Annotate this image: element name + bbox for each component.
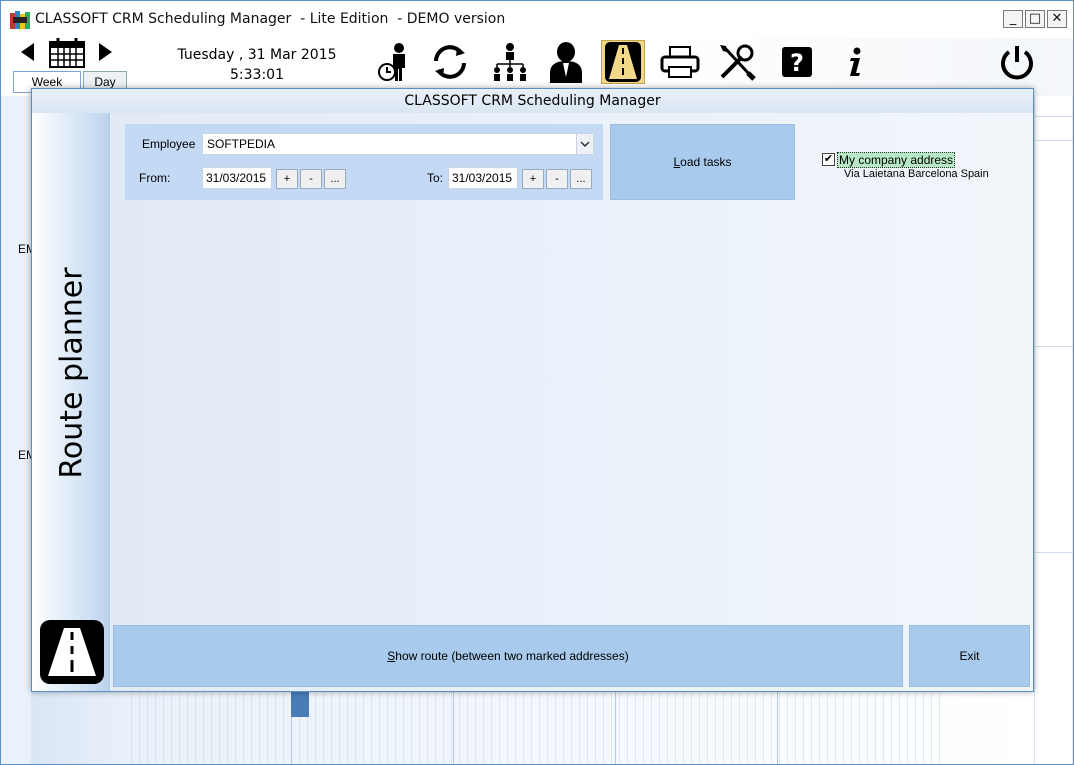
show-route-label: how route (between two marked addresses) [395, 649, 629, 663]
grid-line [1035, 140, 1073, 141]
grid-pattern [131, 691, 941, 764]
employee-select[interactable]: SOFTPEDIA [202, 133, 594, 155]
from-date-field[interactable]: 31/03/2015 [202, 167, 272, 189]
route-planner-label: Route planner [54, 267, 90, 479]
to-plus-button[interactable]: + [522, 169, 544, 189]
to-date-field[interactable]: 31/03/2015 [448, 167, 518, 189]
exit-button[interactable]: Exit [909, 625, 1030, 687]
grid-line [615, 691, 616, 764]
chevron-down-icon[interactable] [576, 134, 593, 154]
printer-icon[interactable] [658, 40, 702, 84]
grid-line [453, 691, 454, 764]
company-address-label[interactable]: My company address [837, 152, 956, 168]
employee-label: Employee [142, 137, 196, 151]
from-picker-button[interactable]: ... [324, 169, 346, 189]
from-plus-button[interactable]: + [276, 169, 298, 189]
employee-clock-icon[interactable] [372, 40, 416, 84]
to-label: To: [427, 171, 444, 185]
road-icon [40, 620, 104, 684]
contact-icon[interactable] [544, 40, 588, 84]
main-window: CLASSOFT CRM Scheduling Manager - Lite E… [0, 0, 1074, 765]
current-date: Tuesday , 31 Mar 2015 [177, 47, 337, 63]
dialog-content: Employee SOFTPEDIA From: 31/03/2015 + - … [111, 113, 1033, 691]
window-controls: _ □ ✕ [1003, 10, 1067, 28]
power-icon[interactable] [995, 40, 1039, 84]
load-tasks-button[interactable]: Load tasks [610, 124, 795, 200]
info-icon[interactable] [833, 40, 877, 84]
org-chart-icon[interactable] [488, 40, 532, 84]
minimize-button[interactable]: _ [1003, 10, 1023, 28]
window-title: CLASSOFT CRM Scheduling Manager - Lite E… [35, 11, 506, 27]
company-address-checkbox[interactable]: ✔ [822, 153, 835, 166]
calendar-icon[interactable] [49, 38, 85, 68]
from-label: From: [139, 171, 171, 185]
task-block[interactable] [291, 691, 309, 717]
maximize-button[interactable]: □ [1025, 10, 1045, 28]
filter-panel: Employee SOFTPEDIA From: 31/03/2015 + - … [125, 124, 603, 200]
side-label: Route planner [52, 253, 92, 493]
side-panel: Route planner [32, 113, 110, 691]
title-bar: CLASSOFT CRM Scheduling Manager - Lite E… [1, 1, 1073, 38]
to-minus-button[interactable]: - [546, 169, 568, 189]
from-minus-button[interactable]: - [300, 169, 322, 189]
to-picker-button[interactable]: ... [570, 169, 592, 189]
schedule-grid-bottom [31, 691, 1034, 764]
schedule-row-headers: EM EM [1, 96, 36, 764]
grid-line [777, 691, 778, 764]
svg-text:?: ? [790, 49, 804, 77]
show-route-button[interactable]: Show route (between two marked addresses… [113, 625, 903, 687]
company-address-text: Via Laietana Barcelona Spain [844, 168, 989, 180]
employee-value: SOFTPEDIA [207, 137, 276, 151]
grid-line [1035, 116, 1073, 117]
schedule-grid-edge [1034, 96, 1073, 764]
app-icon [10, 11, 30, 29]
prev-arrow-icon[interactable] [21, 43, 34, 61]
help-icon[interactable]: ? [775, 40, 819, 84]
road-icon[interactable] [601, 40, 645, 84]
dialog-title: CLASSOFT CRM Scheduling Manager [32, 89, 1033, 113]
sync-icon[interactable] [428, 40, 472, 84]
current-time: 5:33:01 [230, 67, 284, 83]
next-arrow-icon[interactable] [99, 43, 112, 61]
grid-line [1035, 346, 1073, 347]
grid-line [1035, 552, 1073, 553]
load-label: oad tasks [680, 155, 732, 169]
route-planner-dialog: CLASSOFT CRM Scheduling Manager Route pl… [31, 88, 1034, 692]
tools-icon[interactable] [715, 40, 759, 84]
close-button[interactable]: ✕ [1047, 10, 1067, 28]
